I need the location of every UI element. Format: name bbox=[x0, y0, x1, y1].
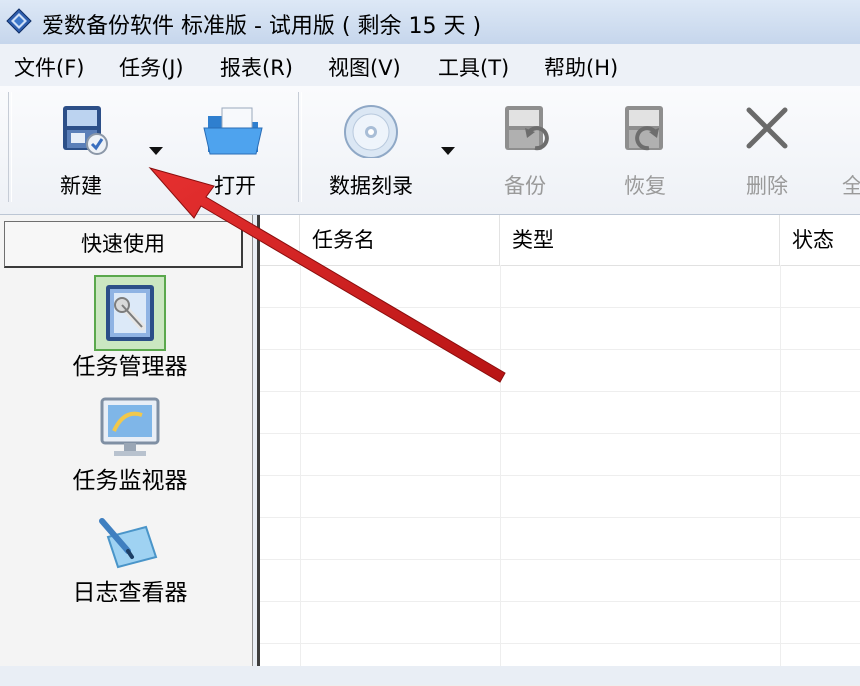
backup-label: 备份 bbox=[504, 174, 546, 198]
menu-bar: 文件(F) 任务(J) 报表(R) 视图(V) 工具(T) 帮助(H) bbox=[0, 44, 860, 87]
restore-icon bbox=[600, 102, 690, 158]
grid-row-line bbox=[260, 307, 860, 308]
menu-tools[interactable]: 工具(T) bbox=[436, 50, 511, 84]
backup-button[interactable]: 备份 bbox=[480, 86, 570, 214]
open-label: 打开 bbox=[214, 174, 256, 198]
delete-label: 删除 bbox=[746, 174, 788, 198]
app-icon bbox=[6, 8, 32, 34]
task-manager-item[interactable]: 任务管理器 bbox=[20, 275, 240, 381]
new-button[interactable]: 新建 bbox=[36, 86, 126, 214]
column-type[interactable]: 类型 bbox=[500, 215, 780, 265]
open-button[interactable]: 打开 bbox=[190, 86, 280, 214]
data-burn-button[interactable]: 数据刻录 bbox=[316, 86, 426, 214]
new-label: 新建 bbox=[60, 174, 102, 198]
task-manager-icon bbox=[94, 275, 166, 351]
title-bar: 爱数备份软件 标准版 - 试用版 ( 剩余 15 天 ) bbox=[0, 0, 860, 45]
grid-column-line bbox=[500, 265, 501, 666]
log-viewer-icon bbox=[94, 513, 166, 573]
grid-row-line bbox=[260, 601, 860, 602]
disc-icon bbox=[316, 102, 426, 158]
log-viewer-label: 日志查看器 bbox=[72, 580, 188, 606]
menu-task[interactable]: 任务(J) bbox=[117, 50, 186, 84]
grid-row-line bbox=[260, 475, 860, 476]
task-list[interactable]: 任务名 类型 状态 bbox=[257, 215, 860, 686]
column-blank bbox=[260, 215, 300, 265]
quick-use-panel: 快速使用 任务管理器 任务监视器 日志查看器 bbox=[0, 215, 253, 666]
grid-row-line bbox=[260, 349, 860, 350]
grid-column-line bbox=[780, 265, 781, 666]
menu-report[interactable]: 报表(R) bbox=[218, 50, 295, 84]
data-burn-label: 数据刻录 bbox=[329, 174, 413, 198]
backup-icon bbox=[480, 102, 570, 158]
new-dropdown-arrow-icon[interactable] bbox=[148, 146, 164, 156]
menu-view[interactable]: 视图(V) bbox=[326, 50, 403, 84]
new-task-icon bbox=[36, 102, 126, 158]
menu-file[interactable]: 文件(F) bbox=[12, 50, 86, 84]
partial-label: 全 bbox=[842, 174, 860, 198]
task-monitor-item[interactable]: 任务监视器 bbox=[20, 395, 240, 495]
task-manager-label: 任务管理器 bbox=[72, 354, 188, 380]
partial-toolbar-button[interactable]: 全 bbox=[834, 86, 860, 214]
grid-row-line bbox=[260, 433, 860, 434]
grid-row-line bbox=[260, 559, 860, 560]
toolbar: 新建 打开 数据刻录 备份 恢复 删除 全 bbox=[0, 86, 860, 215]
burn-dropdown-arrow-icon[interactable] bbox=[440, 146, 456, 156]
menu-help[interactable]: 帮助(H) bbox=[542, 50, 620, 84]
task-list-header: 任务名 类型 状态 bbox=[260, 215, 860, 266]
grid-row-line bbox=[260, 391, 860, 392]
column-task-name[interactable]: 任务名 bbox=[300, 215, 500, 265]
log-viewer-item[interactable]: 日志查看器 bbox=[20, 513, 240, 607]
monitor-icon bbox=[94, 395, 166, 461]
folder-open-icon bbox=[190, 102, 280, 158]
toolbar-grip bbox=[8, 92, 12, 202]
toolbar-separator bbox=[298, 92, 302, 202]
restore-button[interactable]: 恢复 bbox=[600, 86, 690, 214]
delete-x-icon bbox=[722, 102, 812, 158]
grid-row-line bbox=[260, 643, 860, 644]
restore-label: 恢复 bbox=[624, 174, 666, 198]
grid-row-line bbox=[260, 517, 860, 518]
grid-column-line bbox=[300, 265, 301, 666]
delete-button[interactable]: 删除 bbox=[722, 86, 812, 214]
column-status[interactable]: 状态 bbox=[780, 215, 860, 265]
task-monitor-label: 任务监视器 bbox=[72, 468, 188, 494]
quick-use-header: 快速使用 bbox=[4, 221, 243, 268]
window-title: 爱数备份软件 标准版 - 试用版 ( 剩余 15 天 ) bbox=[42, 14, 482, 39]
